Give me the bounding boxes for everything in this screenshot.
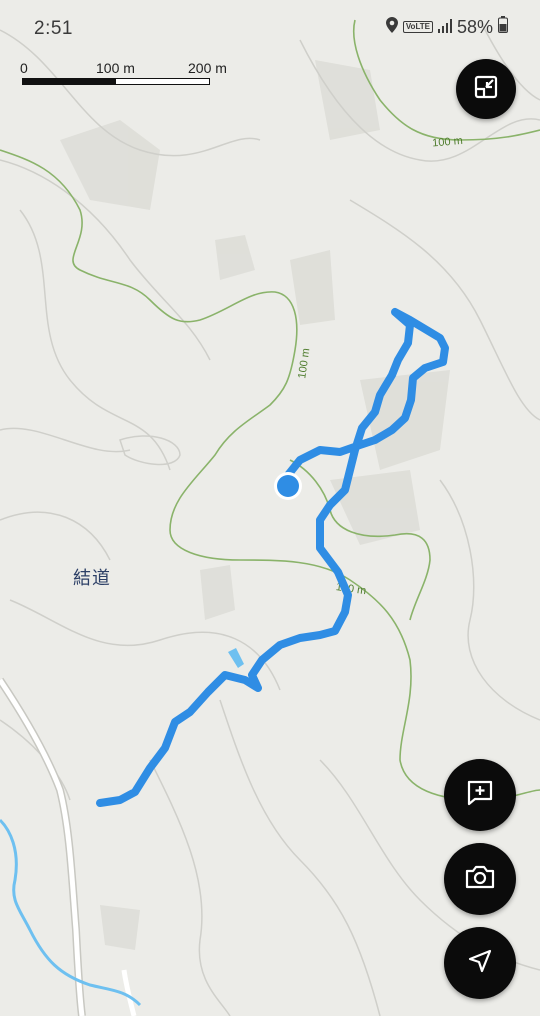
scale-label-mid: 100 m — [96, 60, 135, 76]
waypoint-marker[interactable] — [228, 648, 244, 668]
camera-button[interactable] — [444, 843, 516, 915]
scale-fill — [23, 79, 116, 84]
add-note-button[interactable] — [444, 759, 516, 831]
scale-track — [22, 78, 210, 85]
contour-label: 100 m — [296, 347, 312, 379]
battery-icon — [498, 16, 508, 38]
scale-label-max: 200 m — [188, 60, 227, 76]
terrain-shading — [60, 60, 450, 950]
map-scale: 0 100 m 200 m — [20, 60, 235, 92]
signal-icon — [437, 17, 452, 38]
add-note-icon — [465, 778, 495, 813]
status-bar: 2:51 VoLTE 58% — [0, 0, 540, 58]
scale-label-zero: 0 — [20, 60, 28, 76]
navigate-button[interactable] — [444, 927, 516, 999]
contour-label: 100 m — [432, 135, 464, 150]
navigation-arrow-icon — [466, 947, 494, 980]
exit-fullscreen-icon — [472, 73, 500, 106]
status-icons: VoLTE 58% — [385, 16, 508, 38]
exit-fullscreen-button[interactable] — [456, 59, 516, 119]
place-label: 結道 — [73, 568, 111, 588]
location-pin-icon — [385, 16, 398, 38]
status-time: 2:51 — [34, 18, 73, 39]
battery-percent: 58% — [456, 16, 493, 37]
volte-badge: VoLTE — [402, 21, 433, 33]
current-location-dot-inner — [277, 475, 299, 497]
camera-icon — [464, 863, 496, 896]
road — [0, 678, 85, 1016]
